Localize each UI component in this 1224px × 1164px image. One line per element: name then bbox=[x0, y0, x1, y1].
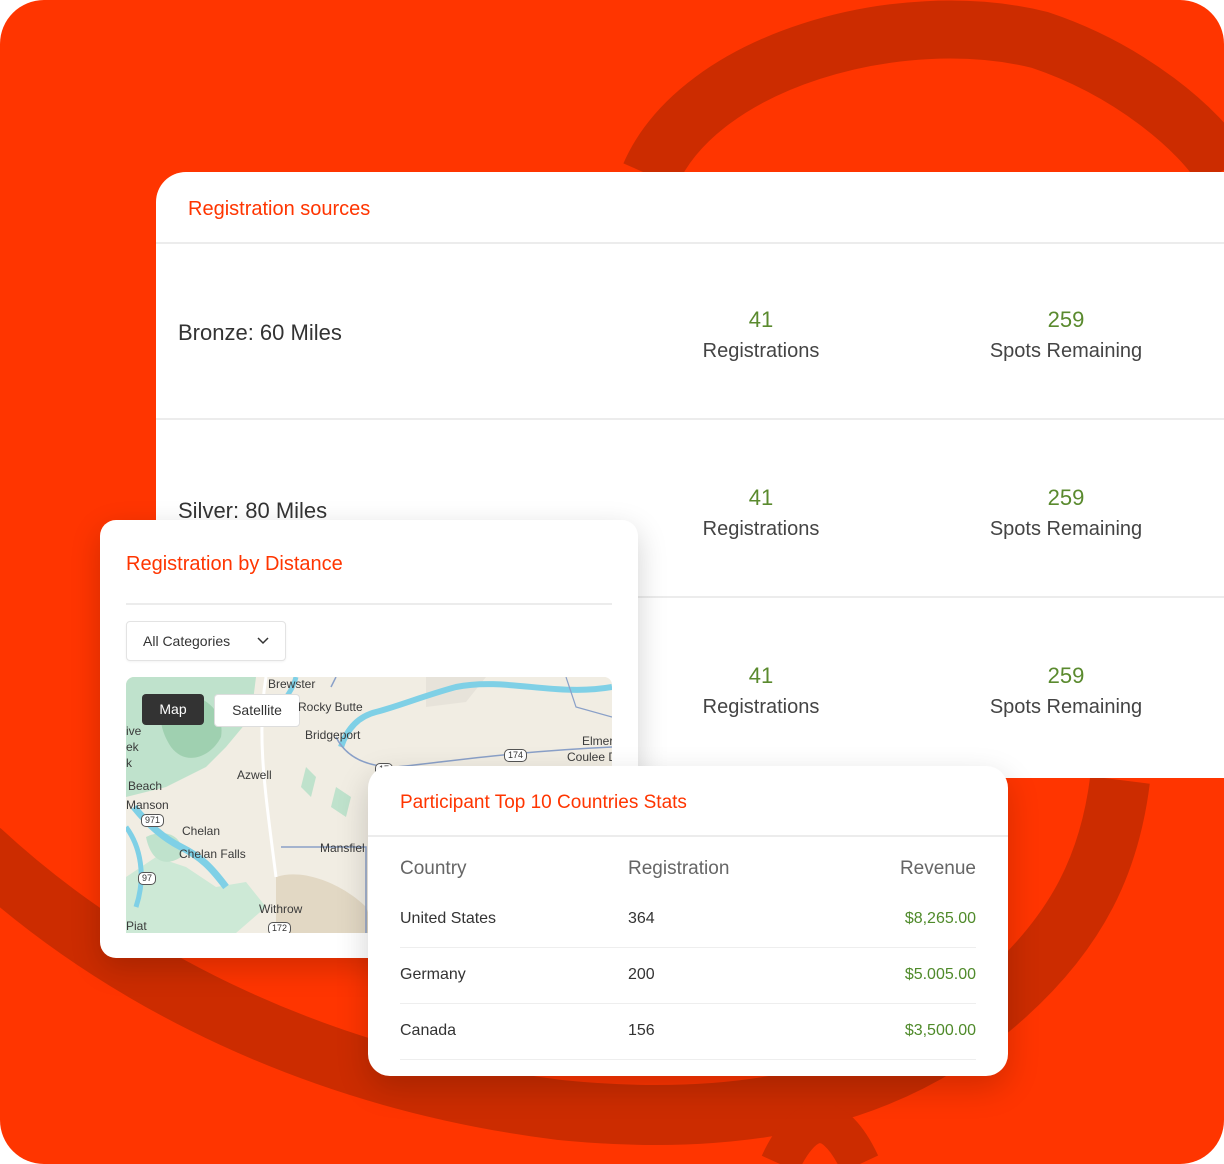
spots-label: Spots Remaining bbox=[989, 340, 1143, 362]
country-cell: Germany bbox=[400, 966, 466, 983]
registration-cell: 200 bbox=[628, 966, 655, 983]
column-header-country[interactable]: Country bbox=[400, 858, 467, 880]
map-place-label: ive bbox=[126, 724, 142, 738]
divider bbox=[156, 418, 1224, 420]
divider bbox=[126, 603, 612, 605]
highway-shield-icon: 172 bbox=[268, 922, 292, 933]
divider bbox=[400, 1059, 976, 1060]
map-place-label: Rocky Butte bbox=[298, 700, 363, 714]
highway-shield-icon: 971 bbox=[141, 814, 165, 827]
chevron-down-icon bbox=[257, 637, 269, 645]
map-place-label: Manson bbox=[126, 798, 169, 812]
map-place-label: Piat bbox=[126, 919, 147, 933]
background-stage: Registration sources Bronze: 60 Miles 41… bbox=[0, 0, 1224, 1164]
registrations-label: Registrations bbox=[702, 518, 820, 540]
map-place-label: Beach bbox=[128, 779, 163, 793]
spots-stat: 259 Spots Remaining bbox=[966, 662, 1166, 724]
registrations-stat: 41 Registrations bbox=[661, 484, 861, 546]
map-place-label: k bbox=[126, 756, 132, 770]
spots-stat: 259 Spots Remaining bbox=[966, 484, 1166, 546]
spots-count: 259 bbox=[1047, 663, 1085, 688]
map-place-label: ek bbox=[126, 740, 139, 754]
table-row[interactable]: Germany 200 $5.005.00 bbox=[400, 948, 976, 1004]
map-place-label: Azwell bbox=[237, 768, 272, 782]
top-countries-card: Participant Top 10 Countries Stats Count… bbox=[368, 766, 1008, 1076]
country-cell: Canada bbox=[400, 1022, 457, 1039]
map-place-label: Brewster bbox=[268, 677, 316, 691]
card-title: Registration sources bbox=[188, 198, 371, 220]
registrations-stat: 41 Registrations bbox=[661, 662, 861, 724]
map-place-label: Mansfiel bbox=[320, 841, 365, 855]
map-mode-button[interactable]: Map bbox=[142, 694, 204, 725]
map-place-label: Bridgeport bbox=[305, 728, 361, 742]
map-place-label: Withrow bbox=[259, 902, 303, 916]
country-cell: United States bbox=[400, 910, 497, 927]
registration-cell: 364 bbox=[628, 910, 655, 927]
table-row[interactable]: Canada 156 $3,500.00 bbox=[400, 1004, 976, 1060]
revenue-cell: $3,500.00 bbox=[904, 1022, 976, 1039]
registrations-stat: 41 Registrations bbox=[661, 306, 861, 368]
registrations-count: 41 bbox=[748, 485, 774, 510]
registrations-count: 41 bbox=[748, 663, 774, 688]
column-header-registration[interactable]: Registration bbox=[628, 858, 729, 880]
divider bbox=[368, 835, 1008, 837]
registrations-count: 41 bbox=[748, 307, 774, 332]
revenue-cell: $8,265.00 bbox=[904, 910, 976, 927]
highway-shield-icon: 97 bbox=[138, 872, 157, 885]
revenue-cell: $5.005.00 bbox=[904, 966, 976, 983]
spots-count: 259 bbox=[1047, 307, 1085, 332]
registration-cell: 156 bbox=[628, 1022, 655, 1039]
map-place-label: Elmer bbox=[582, 734, 612, 748]
highway-shield-icon: 174 bbox=[504, 749, 528, 762]
column-header-revenue[interactable]: Revenue bbox=[900, 858, 976, 880]
spots-label: Spots Remaining bbox=[989, 518, 1143, 540]
registrations-label: Registrations bbox=[702, 696, 820, 718]
category-select-value: All Categories bbox=[143, 633, 231, 649]
spots-count: 259 bbox=[1047, 485, 1085, 510]
table-row[interactable]: United States 364 $8,265.00 bbox=[400, 892, 976, 948]
map-place-label: Coulee D bbox=[567, 750, 612, 764]
map-place-label: Chelan bbox=[182, 824, 221, 838]
source-name: Bronze: 60 Miles bbox=[178, 320, 342, 345]
source-row[interactable]: Bronze: 60 Miles 41 Registrations 259 Sp… bbox=[156, 244, 1224, 420]
satellite-mode-button[interactable]: Satellite bbox=[214, 694, 300, 727]
registrations-label: Registrations bbox=[702, 340, 820, 362]
spots-stat: 259 Spots Remaining bbox=[966, 306, 1166, 368]
map-place-label: Chelan Falls bbox=[179, 847, 246, 861]
card-title: Participant Top 10 Countries Stats bbox=[400, 792, 687, 813]
spots-label: Spots Remaining bbox=[989, 696, 1143, 718]
card-title: Registration by Distance bbox=[126, 553, 343, 575]
category-select[interactable]: All Categories bbox=[126, 621, 286, 661]
